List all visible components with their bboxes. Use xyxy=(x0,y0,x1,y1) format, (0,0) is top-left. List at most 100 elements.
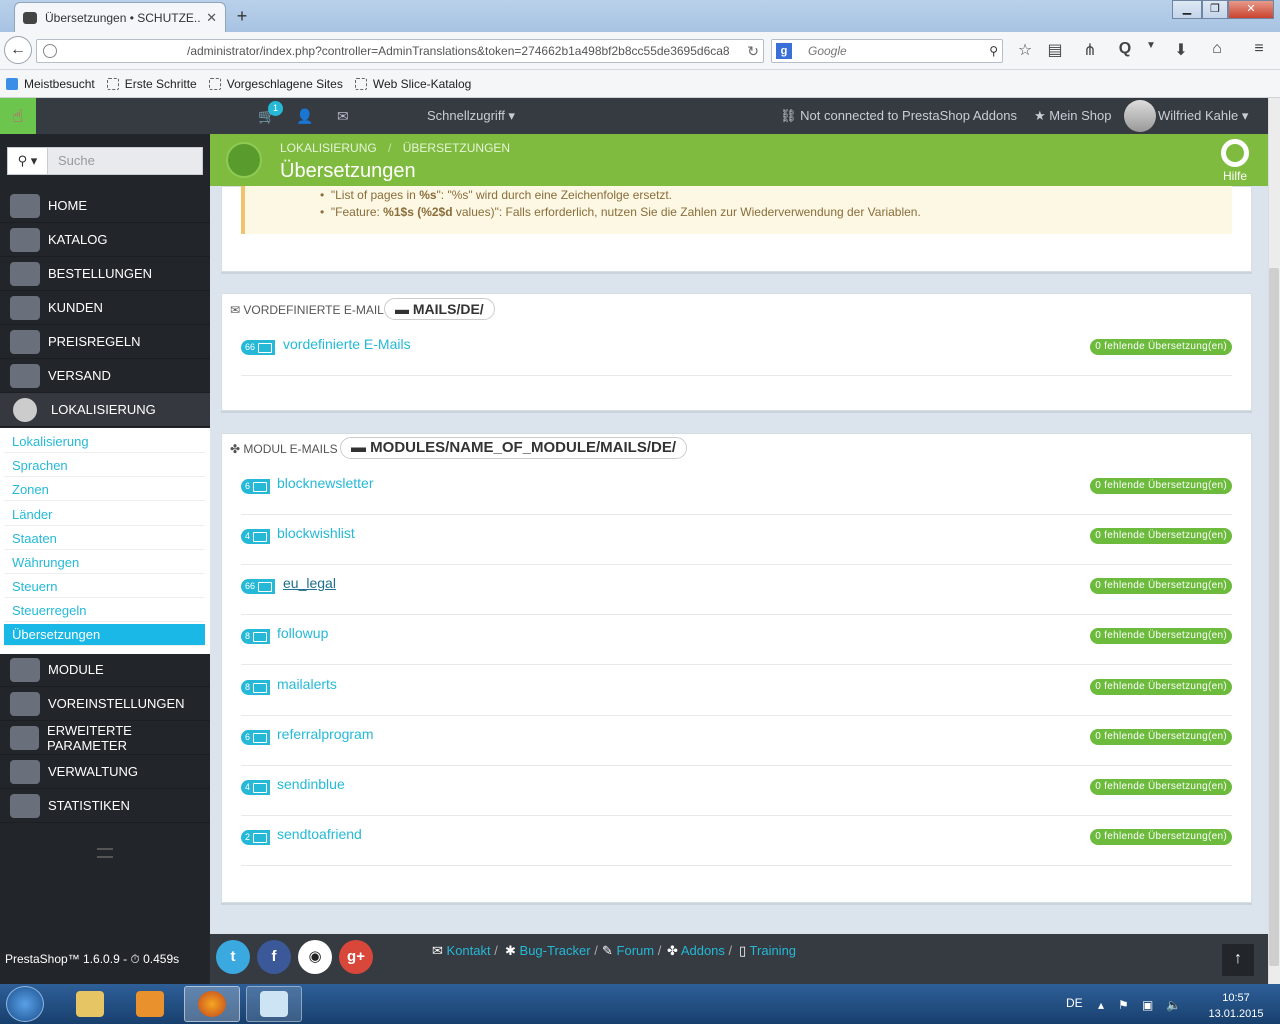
share-icon[interactable]: ⋔ xyxy=(1079,40,1101,60)
taskbar-notepad[interactable] xyxy=(246,986,302,1022)
sidebar-search-input[interactable]: ⚲ ▾ Suche xyxy=(7,147,203,175)
facebook-icon[interactable]: f xyxy=(257,940,291,974)
search-magnifier-icon[interactable]: ⚲ xyxy=(989,40,998,62)
sidebar-item-bestellungen[interactable]: BESTELLUNGEN xyxy=(0,257,210,291)
close-tab-icon[interactable]: ✕ xyxy=(206,10,217,26)
sidebar-subitem-sprachen[interactable]: Sprachen xyxy=(4,455,205,477)
close-window-button[interactable]: ✕ xyxy=(1228,0,1274,19)
sidebar-item-preisregeln[interactable]: PREISREGELN xyxy=(0,325,210,359)
reload-icon[interactable]: ↻ xyxy=(747,40,759,62)
dropdown-arrow-icon[interactable]: ▼ xyxy=(1140,40,1162,51)
user-menu[interactable]: Wilfried Kahle ▾ xyxy=(1158,108,1248,124)
home-icon[interactable]: ⌂ xyxy=(1206,40,1228,58)
prestashop-logo-icon[interactable]: ☝ xyxy=(0,98,36,134)
url-bar[interactable]: /administrator/index.php?controller=Admi… xyxy=(36,39,764,63)
list-item[interactable]: 6 blocknewsletter 0 fehlende Übersetzung… xyxy=(241,465,1232,515)
google-icon[interactable]: g xyxy=(776,43,792,59)
volume-icon[interactable]: 🔈 xyxy=(1166,998,1181,1012)
list-item[interactable]: 66 eu_legal 0 fehlende Übersetzung(en) xyxy=(241,565,1232,615)
github-icon[interactable]: ◉ xyxy=(298,940,332,974)
help-button[interactable]: Hilfe xyxy=(1218,139,1252,183)
sidebar-item-home[interactable]: HOME xyxy=(0,189,210,223)
footer-link-bug-tracker[interactable]: ✱ Bug-Tracker / xyxy=(505,943,598,959)
sidebar-subitem-staaten[interactable]: Staaten xyxy=(4,528,205,550)
sidebar-item-kunden[interactable]: KUNDEN xyxy=(0,291,210,325)
module-link[interactable]: sendinblue xyxy=(277,776,345,792)
customer-icon[interactable]: 👤 xyxy=(296,108,313,125)
search-icon[interactable]: ⚲ ▾ xyxy=(8,148,48,174)
sidebar-collapse-icon[interactable] xyxy=(97,848,113,858)
sidebar-item-voreinstellungen[interactable]: VOREINSTELLUNGEN xyxy=(0,687,210,721)
module-link[interactable]: referralprogram xyxy=(277,726,373,742)
bookmark-vorgeschlagene-sites[interactable]: Vorgeschlagene Sites xyxy=(208,77,343,91)
taskbar-media-player[interactable] xyxy=(122,986,178,1022)
list-item[interactable]: 2 sendtoafriend 0 fehlende Übersetzung(e… xyxy=(241,816,1232,866)
site-identity-icon[interactable] xyxy=(43,44,57,58)
scroll-to-top-button[interactable]: ↑ xyxy=(1222,944,1254,976)
breadcrumb-item[interactable]: ÜBERSETZUNGEN xyxy=(403,141,510,155)
keyboard-language[interactable]: DE xyxy=(1066,996,1083,1010)
list-item[interactable]: 8 followup 0 fehlende Übersetzung(en) xyxy=(241,615,1232,665)
footer-link-kontakt[interactable]: ✉ Kontakt / xyxy=(432,943,498,959)
email-group-link[interactable]: vordefinierte E-Mails xyxy=(283,336,411,352)
bookmark-erste-schritte[interactable]: Erste Schritte xyxy=(106,77,197,91)
sidebar-subitem-zonen[interactable]: Zonen xyxy=(4,479,205,501)
reading-list-icon[interactable]: ▤ xyxy=(1044,40,1066,60)
sidebar-subitem-steuern[interactable]: Steuern xyxy=(4,576,205,598)
list-item[interactable]: 4 sendinblue 0 fehlende Übersetzung(en) xyxy=(241,766,1232,816)
menu-icon[interactable]: ≡ xyxy=(1248,40,1270,58)
messages-icon[interactable]: ✉ xyxy=(337,108,349,125)
maximize-button[interactable]: ❐ xyxy=(1202,0,1228,19)
avatar[interactable] xyxy=(1124,100,1156,132)
my-shop-link[interactable]: ★ Mein Shop xyxy=(1034,108,1111,124)
module-link[interactable]: followup xyxy=(277,625,328,641)
browser-tab[interactable]: Übersetzungen • SCHUTZE... ✕ xyxy=(14,2,226,32)
action-center-flag-icon[interactable]: ⚑ xyxy=(1118,998,1129,1012)
minimize-button[interactable]: ▁ xyxy=(1172,0,1202,19)
network-icon[interactable]: ▣ xyxy=(1142,998,1153,1012)
bookmark-web-slice[interactable]: Web Slice-Katalog xyxy=(354,77,471,91)
module-link[interactable]: sendtoafriend xyxy=(277,826,362,842)
list-item[interactable]: 8 mailalerts 0 fehlende Übersetzung(en) xyxy=(241,666,1232,716)
sidebar-item-lokalisierung[interactable]: LOKALISIERUNG xyxy=(0,393,210,427)
footer-link-training[interactable]: ▯ Training xyxy=(739,943,796,959)
module-link[interactable]: blocknewsletter xyxy=(277,475,374,491)
search-box[interactable]: g Google ⚲ xyxy=(771,39,1003,63)
sidebar-subitem-lokalisierung[interactable]: Lokalisierung xyxy=(4,431,205,453)
tray-expand-icon[interactable]: ▴ xyxy=(1098,998,1104,1012)
module-link[interactable]: mailalerts xyxy=(277,676,337,692)
module-link[interactable]: eu_legal xyxy=(283,575,336,591)
sidebar-item-statistiken[interactable]: STATISTIKEN xyxy=(0,789,210,823)
list-item[interactable]: 6 referralprogram 0 fehlende Übersetzung… xyxy=(241,716,1232,766)
system-clock[interactable]: 10:57 13.01.2015 xyxy=(1196,990,1276,1022)
bookmark-meistbesucht[interactable]: Meistbesucht xyxy=(6,77,95,91)
sidebar-subitem-steuerregeln[interactable]: Steuerregeln xyxy=(4,600,205,622)
sidebar-item-module[interactable]: MODULE xyxy=(0,653,210,687)
list-item[interactable]: 4 blockwishlist 0 fehlende Übersetzung(e… xyxy=(241,515,1232,565)
footer-link-addons[interactable]: ✤ Addons / xyxy=(667,943,732,959)
sidebar-item-versand[interactable]: VERSAND xyxy=(0,359,210,393)
sidebar-item-erweiterte-parameter[interactable]: ERWEITERTE PARAMETER xyxy=(0,721,210,755)
sidebar-item-katalog[interactable]: KATALOG xyxy=(0,223,210,257)
scrollbar-thumb[interactable] xyxy=(1269,268,1279,966)
download-icon[interactable]: ⬇ xyxy=(1170,40,1192,60)
sidebar-subitem-uebersetzungen[interactable]: Übersetzungen xyxy=(4,624,205,646)
quick-access-menu[interactable]: Schnellzugriff ▾ xyxy=(427,108,515,124)
taskbar-firefox[interactable] xyxy=(184,986,240,1022)
bookmark-star-icon[interactable]: ☆ xyxy=(1014,40,1036,60)
taskbar-explorer[interactable] xyxy=(62,986,118,1022)
list-item[interactable]: 66 vordefinierte E-Mails 0 fehlende Über… xyxy=(241,326,1232,376)
windows-start-button[interactable] xyxy=(6,986,44,1022)
sidebar-subitem-laender[interactable]: Länder xyxy=(4,504,205,526)
sidebar-item-verwaltung[interactable]: VERWALTUNG xyxy=(0,755,210,789)
sidebar-subitem-waehrungen[interactable]: Währungen xyxy=(4,552,205,574)
google-plus-icon[interactable]: g+ xyxy=(339,940,373,974)
new-tab-button[interactable]: + xyxy=(232,6,252,26)
footer-link-forum[interactable]: ✎ Forum / xyxy=(602,943,661,959)
breadcrumb-item[interactable]: LOKALISIERUNG xyxy=(280,141,377,155)
back-button[interactable]: ← xyxy=(4,36,32,64)
addon-q-icon[interactable]: Q xyxy=(1114,40,1136,58)
addons-connection-link[interactable]: ⛓ Not connected to PrestaShop Addons xyxy=(780,108,1017,124)
module-link[interactable]: blockwishlist xyxy=(277,525,355,541)
twitter-icon[interactable]: t xyxy=(216,940,250,974)
